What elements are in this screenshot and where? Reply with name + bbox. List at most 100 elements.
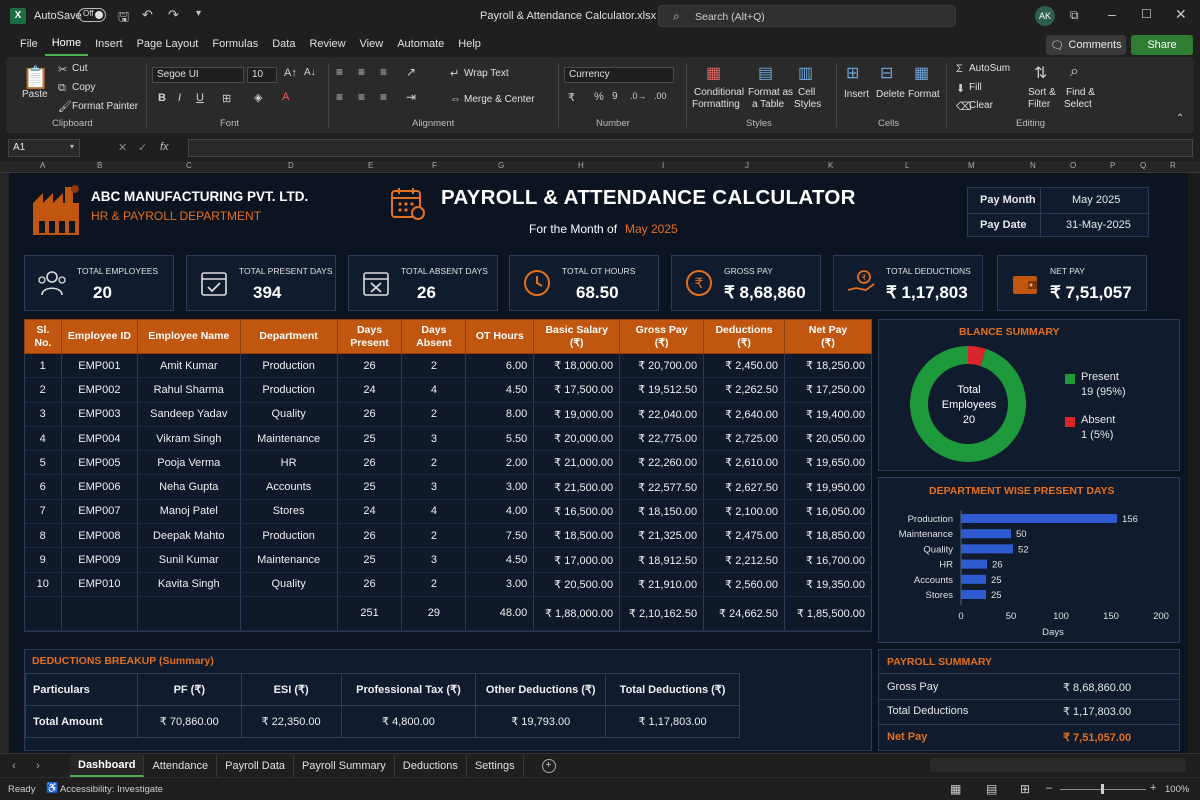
- align-left-icon[interactable]: ≡: [336, 90, 343, 104]
- table-cell[interactable]: EMP005: [61, 450, 138, 476]
- table-cell[interactable]: Deepak Mahto: [137, 523, 241, 549]
- format-cells-button[interactable]: Format: [908, 89, 940, 100]
- decrease-font-icon[interactable]: A↓: [304, 67, 316, 78]
- table-cell[interactable]: Production: [240, 353, 338, 379]
- table-cell[interactable]: EMP002: [61, 377, 138, 403]
- table-cell[interactable]: 2: [24, 377, 62, 403]
- autosave-toggle[interactable]: Off: [78, 8, 106, 25]
- conditional-formatting-button[interactable]: Conditional: [694, 87, 744, 98]
- table-cell[interactable]: 1: [24, 353, 62, 379]
- increase-font-icon[interactable]: A↑: [284, 67, 297, 79]
- table-cell[interactable]: EMP010: [61, 572, 138, 597]
- table-cell[interactable]: 4: [401, 499, 467, 525]
- comments-button[interactable]: 🗨 Comments: [1046, 35, 1126, 55]
- table-cell[interactable]: Rahul Sharma: [137, 377, 241, 403]
- table-cell[interactable]: 4.50: [465, 547, 535, 573]
- namebox-dropdown-icon[interactable]: ▾: [70, 142, 74, 151]
- table-cell[interactable]: 4: [401, 377, 467, 403]
- deductions-value-cell[interactable]: ₹ 19,793.00: [475, 705, 607, 738]
- zoom-slider-thumb[interactable]: [1101, 784, 1104, 794]
- decrease-decimal-icon[interactable]: .00: [654, 91, 667, 101]
- table-cell[interactable]: Production: [240, 377, 338, 403]
- total-cell[interactable]: 48.00: [465, 595, 535, 631]
- table-cell[interactable]: ₹ 20,000.00: [533, 426, 621, 452]
- table-cell[interactable]: ₹ 21,910.00: [619, 572, 705, 597]
- bold-icon[interactable]: B: [158, 92, 166, 104]
- table-cell[interactable]: 25: [337, 426, 403, 452]
- table-cell[interactable]: 10: [24, 572, 62, 597]
- table-cell[interactable]: Pooja Verma: [137, 450, 241, 476]
- table-cell[interactable]: ₹ 19,350.00: [784, 572, 872, 597]
- zoom-level[interactable]: 100%: [1165, 784, 1189, 795]
- increase-decimal-icon[interactable]: .0→: [630, 91, 647, 101]
- maximize-icon[interactable]: ☐: [1141, 7, 1152, 21]
- table-cell[interactable]: ₹ 19,400.00: [784, 402, 872, 427]
- formula-input[interactable]: [188, 139, 1193, 157]
- tab-help[interactable]: Help: [451, 32, 488, 56]
- column-header[interactable]: D: [288, 161, 294, 170]
- table-cell[interactable]: ₹ 18,500.00: [533, 523, 621, 549]
- table-cell[interactable]: 2: [401, 572, 467, 597]
- autosum-icon[interactable]: Σ: [956, 63, 963, 75]
- column-header[interactable]: I: [662, 161, 664, 170]
- confirm-entry-icon[interactable]: ✓: [138, 141, 147, 154]
- table-cell[interactable]: ₹ 22,577.50: [619, 474, 705, 500]
- column-header[interactable]: H: [578, 161, 584, 170]
- format-painter-button[interactable]: Format Painter: [72, 101, 138, 112]
- table-cell[interactable]: Sunil Kumar: [137, 547, 241, 573]
- table-cell[interactable]: 7: [24, 499, 62, 525]
- table-cell[interactable]: EMP001: [61, 353, 138, 379]
- align-center-icon[interactable]: ≡: [358, 90, 365, 104]
- copy-button[interactable]: Copy: [72, 82, 95, 93]
- table-cell[interactable]: ₹ 18,850.00: [784, 523, 872, 549]
- table-cell[interactable]: ₹ 22,260.00: [619, 450, 705, 476]
- align-bottom-icon[interactable]: ≡: [380, 65, 387, 79]
- sheet-tab-settings[interactable]: Settings: [467, 754, 524, 777]
- insert-function-icon[interactable]: fx: [160, 141, 169, 153]
- deductions-value-cell[interactable]: ₹ 22,350.00: [240, 705, 342, 738]
- table-cell[interactable]: ₹ 2,212.50: [703, 547, 786, 573]
- column-header[interactable]: A: [40, 161, 45, 170]
- total-cell[interactable]: ₹ 1,85,500.00: [784, 595, 872, 631]
- deductions-value-cell[interactable]: ₹ 1,17,803.00: [605, 705, 740, 738]
- total-cell[interactable]: [24, 595, 62, 631]
- cell-styles-icon[interactable]: ▥: [798, 63, 813, 83]
- column-header[interactable]: P: [1110, 161, 1115, 170]
- merge-icon[interactable]: ⇔: [450, 93, 461, 105]
- coauthor-icon[interactable]: ⧉: [1070, 8, 1079, 23]
- accessibility-status[interactable]: Accessibility: Investigate: [60, 784, 163, 795]
- align-middle-icon[interactable]: ≡: [358, 65, 365, 79]
- table-cell[interactable]: ₹ 21,325.00: [619, 523, 705, 549]
- wrap-text-icon[interactable]: ↵: [450, 67, 459, 80]
- zoom-out-icon[interactable]: –: [1046, 782, 1052, 794]
- search-box[interactable]: ⌕ Search (Alt+Q): [658, 5, 956, 27]
- column-header[interactable]: C: [186, 161, 192, 170]
- wrap-text-button[interactable]: Wrap Text: [464, 68, 509, 79]
- underline-icon[interactable]: U: [196, 92, 204, 104]
- percent-icon[interactable]: %: [594, 91, 604, 103]
- table-cell[interactable]: 25: [337, 547, 403, 573]
- fill-color-icon[interactable]: ◈: [254, 91, 262, 104]
- table-cell[interactable]: Stores: [240, 499, 338, 525]
- collapse-ribbon-icon[interactable]: ⌃: [1176, 113, 1184, 124]
- table-cell[interactable]: ₹ 2,450.00: [703, 353, 786, 379]
- table-cell[interactable]: ₹ 22,040.00: [619, 402, 705, 427]
- table-cell[interactable]: ₹ 18,150.00: [619, 499, 705, 525]
- table-cell[interactable]: 3.00: [465, 474, 535, 500]
- avatar[interactable]: AK: [1035, 6, 1055, 26]
- column-header[interactable]: Q: [1140, 161, 1146, 170]
- accounting-icon[interactable]: ₹: [568, 91, 575, 104]
- table-cell[interactable]: Sandeep Yadav: [137, 402, 241, 427]
- conditional-formatting-button-line2[interactable]: Formatting: [692, 99, 740, 110]
- table-cell[interactable]: 26: [337, 402, 403, 427]
- format-painter-icon[interactable]: 🖌: [58, 100, 72, 113]
- table-cell[interactable]: 6: [24, 474, 62, 500]
- table-cell[interactable]: 2.00: [465, 450, 535, 476]
- table-cell[interactable]: ₹ 18,912.50: [619, 547, 705, 573]
- table-cell[interactable]: EMP004: [61, 426, 138, 452]
- table-cell[interactable]: ₹ 18,250.00: [784, 353, 872, 379]
- table-cell[interactable]: ₹ 21,500.00: [533, 474, 621, 500]
- page-layout-view-icon[interactable]: ▤: [986, 782, 997, 796]
- tab-automate[interactable]: Automate: [390, 32, 451, 56]
- table-cell[interactable]: ₹ 19,000.00: [533, 402, 621, 427]
